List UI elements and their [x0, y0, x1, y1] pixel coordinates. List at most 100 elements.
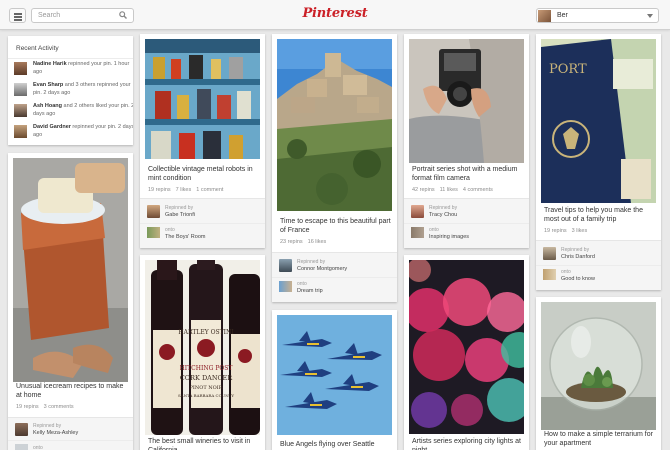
- pin-footer: Repinned by Connor Montgomery onto Dream…: [272, 252, 397, 302]
- blue-angels-image: [277, 315, 392, 435]
- pin-card[interactable]: How to make a simple terrarium for your …: [536, 297, 661, 450]
- activity-text: David Gardner repinned your pin. 2 days …: [33, 124, 133, 138]
- board-thumbnail[interactable]: [279, 281, 292, 292]
- film-camera-image: [409, 39, 524, 163]
- board-thumbnail[interactable]: [411, 227, 424, 238]
- robots-image: [145, 39, 260, 159]
- pin-card[interactable]: PORT Travel tips to help you make the mo…: [536, 34, 661, 290]
- board-owner: onto: [33, 445, 43, 450]
- repinned-by-name[interactable]: Tracy Chou: [429, 212, 457, 218]
- user-name: Ber: [557, 12, 568, 19]
- board-name[interactable]: Good to know: [561, 276, 595, 282]
- pin-stats: 19 repins 3 comments: [16, 404, 74, 410]
- pin-image[interactable]: PORT: [541, 39, 656, 203]
- repinned-by-label: Repinned by: [165, 205, 194, 211]
- pin-image[interactable]: [145, 39, 260, 159]
- pin-description: Portrait series shot with a medium forma…: [412, 166, 518, 182]
- pin-card[interactable]: Unusual icecream recipes to make at home…: [8, 153, 133, 450]
- repinned-by-label: Repinned by: [297, 259, 326, 265]
- pin-description: Travel tips to help you make the most ou…: [544, 207, 643, 223]
- repinned-by-name[interactable]: Connor Montgomery: [297, 266, 347, 272]
- pin-image[interactable]: [277, 39, 392, 211]
- wine-label-text: HITCHING POST: [180, 365, 233, 372]
- pin-image[interactable]: [405, 258, 529, 434]
- wine-label-text: PINOT NOIR: [190, 385, 223, 391]
- board-owner: onto: [429, 227, 439, 233]
- pin-image[interactable]: [13, 158, 128, 382]
- activity-item[interactable]: Nadine Harik repinned your pin. 1 hour a…: [14, 61, 133, 81]
- avatar: [538, 10, 551, 22]
- board-owner: onto: [165, 227, 175, 233]
- pin-card[interactable]: Blue Angels flying over Seattle: [272, 310, 397, 450]
- activity-text: Nadine Harik repinned your pin. 1 hour a…: [33, 61, 130, 75]
- repinned-by-label: Repinned by: [429, 205, 458, 211]
- activity-item[interactable]: Ash Hoang and 2 others liked your pin. 2…: [14, 103, 133, 123]
- pin-card[interactable]: Artists series exploring city lights at …: [404, 255, 529, 450]
- wine-label-text: SANTA BARBARA COUNTY: [178, 393, 234, 398]
- passport-image: PORT: [541, 39, 656, 203]
- city-lights-bokeh-image: [405, 258, 529, 434]
- pin-image[interactable]: [409, 39, 524, 163]
- recent-activity-panel: Recent Activity Nadine Harik repinned yo…: [8, 36, 133, 145]
- board-thumbnail[interactable]: [543, 269, 556, 280]
- pin-footer: Repinned by Gabe Trionfi onto The Boys' …: [140, 198, 265, 248]
- board-name[interactable]: Inspiring images: [429, 234, 469, 240]
- pin-footer: Repinned by Chris Danford onto Good to k…: [536, 240, 661, 290]
- pin-description: How to make a simple terrarium for your …: [544, 431, 653, 447]
- wine-bottles-image: HARTLEY OSTINI HITCHING POST CORK DANCER…: [145, 260, 260, 435]
- pin-card[interactable]: Collectible vintage metal robots in mint…: [140, 34, 265, 248]
- recent-activity-title: Recent Activity: [16, 45, 59, 52]
- pin-image[interactable]: [541, 302, 656, 430]
- passport-lettering: PORT: [549, 62, 587, 77]
- pin-description: Unusual icecream recipes to make at home: [16, 383, 124, 399]
- pin-footer: Repinned by Tracy Chou onto Inspiring im…: [404, 198, 529, 248]
- pin-stats: 23 repins 16 likes: [280, 239, 327, 245]
- activity-item[interactable]: Evan Sharp and 3 others repinned your pi…: [14, 82, 133, 102]
- avatar[interactable]: [543, 247, 556, 260]
- repinned-by-label: Repinned by: [561, 247, 590, 253]
- pin-card[interactable]: Portrait series shot with a medium forma…: [404, 34, 529, 248]
- repinned-by-name[interactable]: Gabe Trionfi: [165, 212, 195, 218]
- repinned-by-name[interactable]: Chris Danford: [561, 254, 595, 260]
- board-name[interactable]: Dream trip: [297, 288, 323, 294]
- wine-label-text: HARTLEY OSTINI: [178, 329, 234, 336]
- pin-description: Artists series exploring city lights at …: [412, 438, 521, 450]
- chevron-down-icon: [647, 14, 653, 18]
- avatar: [14, 104, 27, 117]
- user-menu[interactable]: Ber: [536, 8, 659, 23]
- board-owner: onto: [297, 281, 307, 287]
- board-thumbnail[interactable]: [15, 444, 28, 450]
- terrarium-image: [541, 302, 656, 430]
- avatar[interactable]: [147, 205, 160, 218]
- pin-description: Collectible vintage metal robots in mint…: [148, 166, 253, 182]
- icecream-bucket-image: [13, 158, 128, 382]
- pin-stats: 19 repins 3 likes: [544, 228, 588, 234]
- activity-item[interactable]: David Gardner repinned your pin. 2 days …: [14, 124, 133, 144]
- avatar: [14, 125, 27, 138]
- pin-image[interactable]: HARTLEY OSTINI HITCHING POST CORK DANCER…: [145, 260, 260, 435]
- france-village-image: [277, 39, 392, 211]
- repinned-by-label: Repinned by: [33, 423, 62, 429]
- activity-text: Evan Sharp and 3 others repinned your pi…: [33, 82, 131, 96]
- pin-image[interactable]: [277, 315, 392, 435]
- avatar[interactable]: [15, 423, 28, 436]
- pin-card[interactable]: Time to escape to this beautiful part of…: [272, 34, 397, 302]
- activity-text: Ash Hoang and 2 others liked your pin. 2…: [33, 103, 133, 117]
- pin-card[interactable]: HARTLEY OSTINI HITCHING POST CORK DANCER…: [140, 255, 265, 450]
- pin-stats: 19 repins 7 likes 1 comment: [148, 187, 224, 193]
- pin-description: The best small wineries to visit in Cali…: [148, 438, 251, 450]
- wine-label-text: CORK DANCER: [180, 374, 233, 382]
- avatar[interactable]: [279, 259, 292, 272]
- avatar: [14, 83, 27, 96]
- pin-description: Time to escape to this beautiful part of…: [280, 218, 391, 234]
- avatar: [14, 62, 27, 75]
- avatar[interactable]: [411, 205, 424, 218]
- board-owner: onto: [561, 269, 571, 275]
- pin-description: Blue Angels flying over Seattle: [280, 441, 375, 448]
- repinned-by-name[interactable]: Kelly Meza-Ashley: [33, 430, 78, 436]
- board-thumbnail[interactable]: [147, 227, 160, 238]
- pin-footer: Repinned by Kelly Meza-Ashley onto: [8, 417, 133, 450]
- pin-stats: 42 repins 11 likes 4 comments: [412, 187, 493, 193]
- board-name[interactable]: The Boys' Room: [165, 234, 205, 240]
- top-bar: Search Pinterest Ber: [0, 0, 670, 30]
